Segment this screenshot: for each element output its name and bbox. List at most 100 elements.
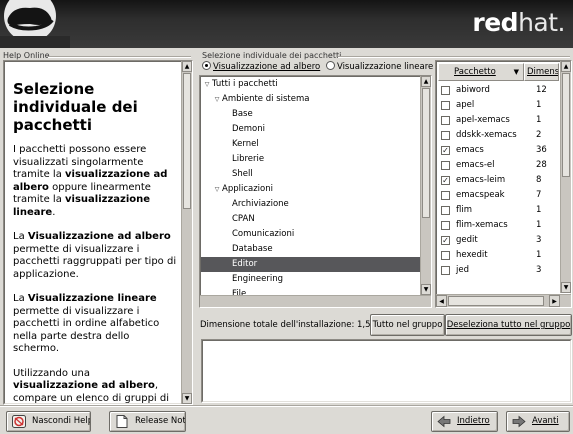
package-name: hexedit (456, 250, 488, 260)
tree-item[interactable]: ▽ Applicazioni (201, 182, 420, 197)
package-name: ddskk-xemacs (456, 130, 517, 140)
package-description-box (201, 339, 572, 403)
package-rows: abiword 12 apel 1 apel-xemacs 1 ddskk-xemacs 2 ✓… (436, 83, 560, 293)
tree-item[interactable]: Engineering (201, 272, 420, 287)
release-notes-button[interactable]: Release Note (109, 411, 186, 432)
package-row[interactable]: ✓ emacs-leim 8 (437, 173, 560, 188)
tree-item-label: Archiviazione (232, 199, 289, 209)
package-row[interactable]: ✓ emacs 36 (437, 143, 560, 158)
column-header-package[interactable]: Pacchetto ▼ (438, 63, 524, 81)
tree-item[interactable]: CPAN (201, 212, 420, 227)
package-checkbox[interactable] (441, 116, 450, 125)
scroll-left-arrow-icon[interactable]: ◀ (436, 295, 447, 307)
back-label: Indietro (457, 416, 490, 426)
next-button[interactable]: Avanti (506, 411, 570, 432)
hide-help-button[interactable]: Nascondi Help (6, 411, 91, 432)
package-row[interactable]: ✓ gedit 3 (437, 233, 560, 248)
package-size: 1 (536, 205, 542, 215)
package-checkbox[interactable] (441, 86, 450, 95)
group-tree: ▽ Tutti i pacchetti ▽ Ambiente di sistema Ba… (199, 75, 432, 308)
header-banner: redhat. (0, 0, 573, 48)
package-checkbox[interactable] (441, 266, 450, 275)
package-row[interactable]: flim 1 (437, 203, 560, 218)
package-row[interactable]: apel-xemacs 1 (437, 113, 560, 128)
tree-item-label: Tutti i pacchetti (212, 79, 278, 89)
package-checkbox[interactable] (441, 131, 450, 140)
tree-item[interactable]: ▽ Ambiente di sistema (201, 92, 420, 107)
tree-item[interactable]: Archiviazione (201, 197, 420, 212)
package-row[interactable]: hexedit 1 (437, 248, 560, 263)
list-scrollbar[interactable]: ▲ ▼ (560, 61, 571, 293)
expander-icon[interactable]: ▽ (212, 92, 222, 107)
scroll-thumb[interactable] (422, 88, 430, 218)
tree-item-label: Ambiente di sistema (222, 94, 310, 104)
scroll-up-arrow-icon[interactable]: ▲ (182, 61, 192, 72)
help-panel-label: Help Online (3, 51, 50, 60)
list-hscrollbar[interactable]: ◀ ▶ (436, 294, 571, 307)
package-checkbox[interactable]: ✓ (441, 176, 450, 185)
scroll-thumb[interactable] (183, 73, 191, 209)
package-row[interactable]: abiword 12 (437, 83, 560, 98)
tree-item-label: CPAN (232, 214, 255, 224)
scroll-right-arrow-icon[interactable]: ▶ (549, 295, 560, 307)
scroll-up-arrow-icon[interactable]: ▲ (421, 76, 431, 87)
deselect-group-button[interactable]: Deseleziona tutto nel gruppo (445, 314, 572, 336)
scroll-down-arrow-icon[interactable]: ▼ (421, 284, 431, 295)
tree-item[interactable]: Base (201, 107, 420, 122)
tree-item[interactable]: Database (201, 242, 420, 257)
hscroll-thumb[interactable] (448, 296, 544, 306)
package-row[interactable]: apel 1 (437, 98, 560, 113)
tree-item-label: Shell (232, 169, 253, 179)
help-bold-text: visualizzazione ad albero (13, 380, 155, 391)
package-size: 36 (536, 145, 547, 155)
radio-flat-view[interactable]: Visualizzazione lineare (325, 61, 433, 72)
help-text: . (52, 206, 56, 218)
tree-item[interactable]: Kernel (201, 137, 420, 152)
tree-item-label: Editor (232, 259, 258, 269)
column-header-size[interactable]: Dimensione (524, 63, 559, 81)
radio-flat-indicator[interactable] (325, 61, 335, 70)
tree-item[interactable]: Demoni (201, 122, 420, 137)
back-button[interactable]: Indietro (431, 411, 498, 432)
package-size: 1 (536, 100, 542, 110)
package-checkbox[interactable] (441, 161, 450, 170)
tree-item[interactable]: Librerie (201, 152, 420, 167)
package-checkbox[interactable]: ✓ (441, 146, 450, 155)
scroll-down-arrow-icon[interactable]: ▼ (182, 393, 192, 404)
tree-hscrollbar[interactable] (200, 295, 431, 307)
package-row[interactable]: flim-xemacs 1 (437, 218, 560, 233)
tree-item-label: Engineering (232, 274, 283, 284)
package-checkbox[interactable]: ✓ (441, 236, 450, 245)
tree-scrollbar[interactable]: ▲ ▼ (420, 76, 431, 295)
expander-icon[interactable]: ▽ (212, 182, 222, 197)
select-group-button[interactable]: Tutto nel gruppo (370, 314, 445, 336)
package-list: Pacchetto▼ Dimensione abiword12apel1apel… (435, 60, 572, 308)
package-checkbox[interactable] (441, 206, 450, 215)
package-checkbox[interactable] (441, 221, 450, 230)
package-checkbox[interactable] (441, 101, 450, 110)
help-paragraph: La Visualizzazione lineare permette di v… (13, 293, 178, 356)
scroll-down-arrow-icon[interactable]: ▼ (561, 282, 571, 293)
radio-tree-view[interactable]: Visualizzazione ad albero (202, 61, 320, 72)
tree-item[interactable]: ▽ Tutti i pacchetti (201, 77, 420, 92)
package-checkbox[interactable] (441, 251, 450, 260)
package-row[interactable]: emacs-el 28 (437, 158, 560, 173)
radio-tree-indicator[interactable] (202, 61, 211, 70)
scroll-up-arrow-icon[interactable]: ▲ (561, 61, 571, 72)
hide-help-label: Nascondi Help (32, 416, 91, 426)
tree-item[interactable]: Editor (201, 257, 420, 272)
tree-item[interactable]: Shell (201, 167, 420, 182)
column-package-label: Pacchetto (454, 67, 496, 77)
package-row[interactable]: jed 3 (437, 263, 560, 278)
scroll-thumb[interactable] (562, 73, 570, 177)
selection-label: Selezione individuale dei pacchetti (202, 51, 342, 60)
help-scrollbar[interactable]: ▲ ▼ (181, 61, 192, 404)
package-checkbox[interactable] (441, 191, 450, 200)
package-row[interactable]: ddskk-xemacs 2 (437, 128, 560, 143)
expander-icon[interactable]: ▽ (202, 77, 212, 92)
tree-item-label: Base (232, 109, 253, 119)
redhat-logo-icon (0, 0, 70, 48)
package-row[interactable]: emacspeak 7 (437, 188, 560, 203)
tree-item[interactable]: Comunicazioni (201, 227, 420, 242)
help-panel: Selezione individuale dei pacchetti I pa… (3, 60, 193, 405)
